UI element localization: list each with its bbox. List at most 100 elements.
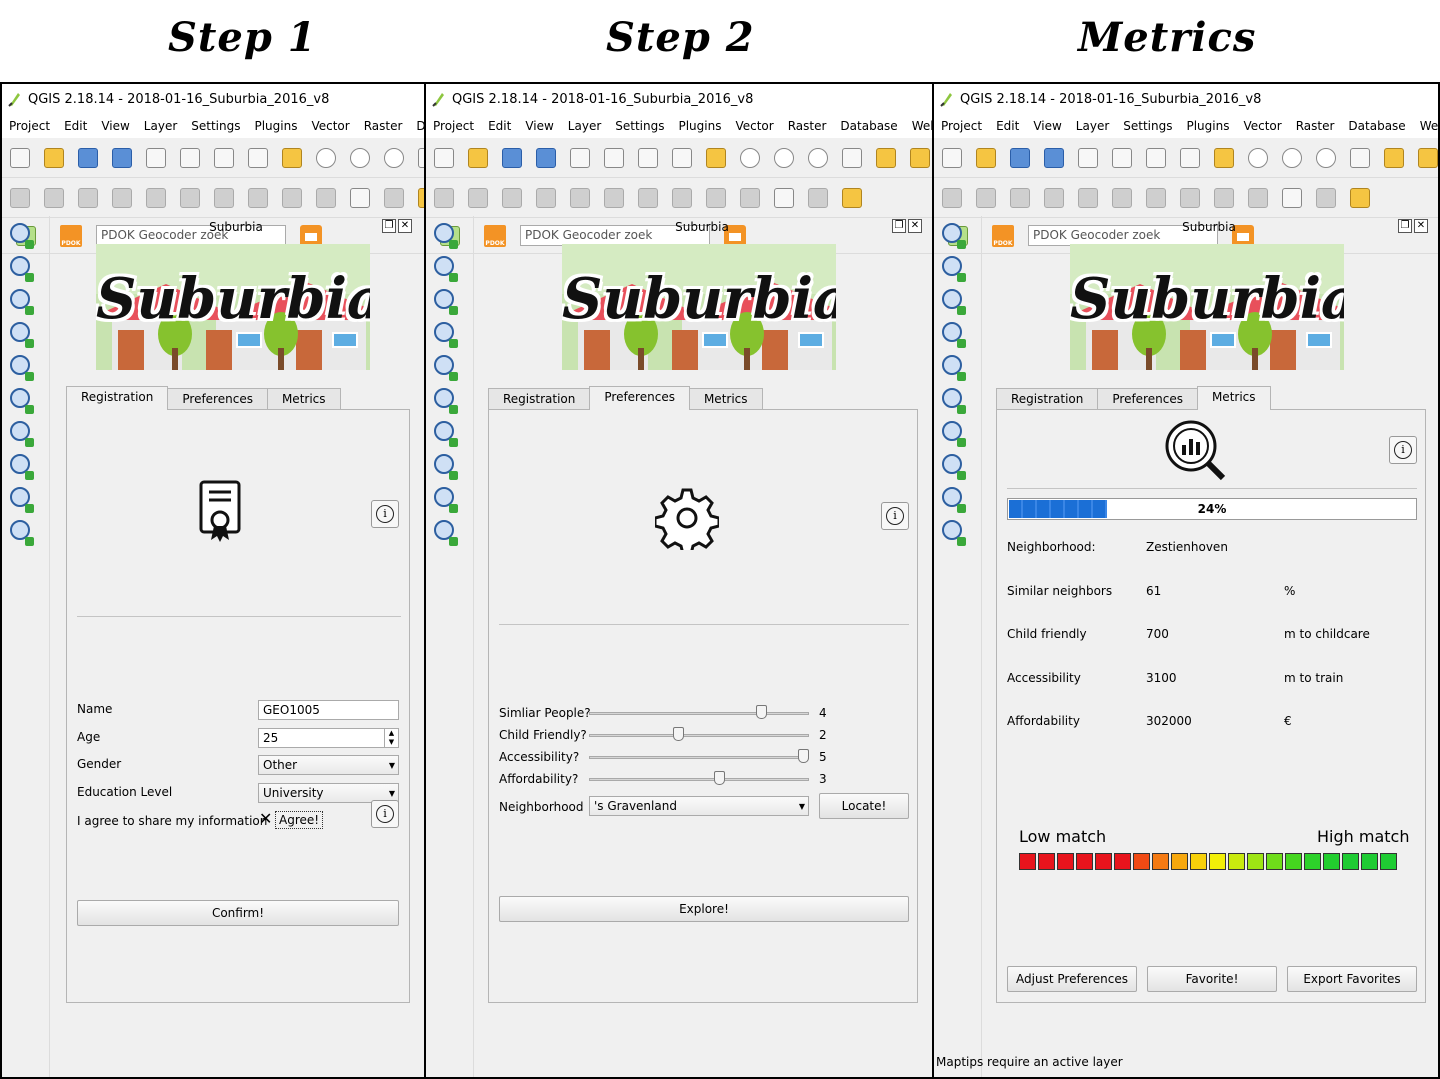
menu-database[interactable]: Database (1341, 119, 1412, 133)
move-feature-icon[interactable] (566, 184, 594, 212)
menu-database[interactable]: Database (833, 119, 904, 133)
add-wms-layer-icon[interactable] (942, 355, 968, 381)
label-icon[interactable] (1278, 184, 1306, 212)
add-delimited-layer-icon[interactable] (942, 520, 968, 546)
add-wms-layer-icon[interactable] (434, 355, 460, 381)
pan-to-icon[interactable] (210, 144, 238, 172)
add-pencil-layer-icon[interactable] (434, 289, 460, 315)
add-wfs-layer-icon[interactable] (942, 421, 968, 447)
tab-registration[interactable]: Registration (488, 388, 591, 410)
preference-slider-0[interactable] (589, 705, 809, 719)
toggle-editing-icon[interactable] (972, 184, 1000, 212)
menu-edit[interactable]: Edit (57, 119, 94, 133)
zoom-selection-icon[interactable] (1414, 144, 1438, 172)
confirm-button[interactable]: Confirm! (77, 900, 399, 926)
menu-plugins[interactable]: Plugins (1179, 119, 1236, 133)
add-vector-layer-icon[interactable] (434, 487, 460, 513)
copy-icon[interactable] (278, 184, 306, 212)
menu-view[interactable]: View (518, 119, 560, 133)
zoom-native-icon[interactable] (380, 144, 408, 172)
slider-handle[interactable] (672, 727, 684, 741)
tab-metrics[interactable]: Metrics (266, 388, 341, 410)
save-icon[interactable] (74, 144, 102, 172)
menu-layer[interactable]: Layer (137, 119, 184, 133)
dock-close-icon[interactable]: ✕ (1414, 219, 1428, 233)
pan-icon[interactable] (668, 144, 696, 172)
slider-handle[interactable] (798, 749, 809, 763)
diagram-icon[interactable] (804, 184, 832, 212)
toggle-editing-icon[interactable] (40, 184, 68, 212)
tab-preferences[interactable]: Preferences (589, 386, 690, 410)
pan-to-icon[interactable] (1142, 144, 1170, 172)
new-print-icon[interactable] (142, 144, 170, 172)
add-digitize-layer-icon[interactable] (434, 223, 460, 249)
menu-layer[interactable]: Layer (1069, 119, 1116, 133)
pan-to-icon[interactable] (634, 144, 662, 172)
zoom-full-icon[interactable] (838, 144, 866, 172)
menu-settings[interactable]: Settings (608, 119, 671, 133)
menu-settings[interactable]: Settings (1116, 119, 1179, 133)
adjust-preferences-button[interactable]: Adjust Preferences (1007, 966, 1137, 992)
node-tool-icon[interactable] (1108, 184, 1136, 212)
copy-icon[interactable] (702, 184, 730, 212)
zoom-selection-icon[interactable] (906, 144, 932, 172)
add-globe-layer-icon[interactable] (942, 388, 968, 414)
zoom-out-icon[interactable] (1278, 144, 1306, 172)
paste-icon[interactable] (736, 184, 764, 212)
paste-icon[interactable] (1244, 184, 1272, 212)
add-spatialite-layer-icon[interactable] (942, 454, 968, 480)
menu-view[interactable]: View (94, 119, 136, 133)
locate-button[interactable]: Locate! (819, 793, 909, 819)
label-icon[interactable] (346, 184, 374, 212)
node-tool-icon[interactable] (600, 184, 628, 212)
label-toolbar-icon[interactable] (1346, 184, 1374, 212)
save-edits-icon[interactable] (498, 184, 526, 212)
dock-close-icon[interactable]: ✕ (398, 219, 412, 233)
save-edits-icon[interactable] (74, 184, 102, 212)
add-globe-layer-icon[interactable] (10, 388, 36, 414)
zoom-in-icon[interactable] (736, 144, 764, 172)
add-wms-layer-icon[interactable] (10, 355, 36, 381)
current-edits-icon[interactable] (430, 184, 458, 212)
favorite-button[interactable]: Favorite! (1147, 966, 1277, 992)
zoom-out-icon[interactable] (770, 144, 798, 172)
export-favorites-button[interactable]: Export Favorites (1287, 966, 1417, 992)
pan-selection-icon[interactable] (702, 144, 730, 172)
add-pencil-layer-icon[interactable] (10, 289, 36, 315)
info-button[interactable]: i (371, 800, 399, 828)
add-digitize-layer-icon[interactable] (942, 223, 968, 249)
tab-preferences[interactable]: Preferences (1097, 388, 1198, 410)
agree-checkbox[interactable]: ✕ (259, 811, 273, 827)
add-wfs-layer-icon[interactable] (10, 421, 36, 447)
move-feature-icon[interactable] (142, 184, 170, 212)
info-button[interactable]: i (881, 502, 909, 530)
node-tool-icon[interactable] (176, 184, 204, 212)
menu-vector[interactable]: Vector (1236, 119, 1288, 133)
paste-icon[interactable] (312, 184, 340, 212)
delete-selected-icon[interactable] (634, 184, 662, 212)
diagram-icon[interactable] (1312, 184, 1340, 212)
label-toolbar-icon[interactable] (838, 184, 866, 212)
cut-icon[interactable] (668, 184, 696, 212)
zoom-in-icon[interactable] (1244, 144, 1272, 172)
current-edits-icon[interactable] (6, 184, 34, 212)
menu-settings[interactable]: Settings (184, 119, 247, 133)
copy-icon[interactable] (1210, 184, 1238, 212)
menu-edit[interactable]: Edit (989, 119, 1026, 133)
add-grid-layer-icon[interactable] (10, 256, 36, 282)
menu-database[interactable]: Database (409, 119, 424, 133)
composer-icon[interactable] (600, 144, 628, 172)
info-button[interactable]: i (371, 500, 399, 528)
save-as-icon[interactable] (532, 144, 560, 172)
menu-project[interactable]: Project (2, 119, 57, 133)
pan-icon[interactable] (244, 144, 272, 172)
add-vector-layer-icon[interactable] (10, 487, 36, 513)
diagram-icon[interactable] (380, 184, 408, 212)
new-icon[interactable] (938, 144, 966, 172)
add-spatialite-layer-icon[interactable] (434, 454, 460, 480)
menu-project[interactable]: Project (426, 119, 481, 133)
info-button[interactable]: i (1389, 436, 1417, 464)
name-input[interactable]: GEO1005 (258, 700, 399, 720)
label-icon[interactable] (770, 184, 798, 212)
tab-registration[interactable]: Registration (66, 386, 169, 410)
